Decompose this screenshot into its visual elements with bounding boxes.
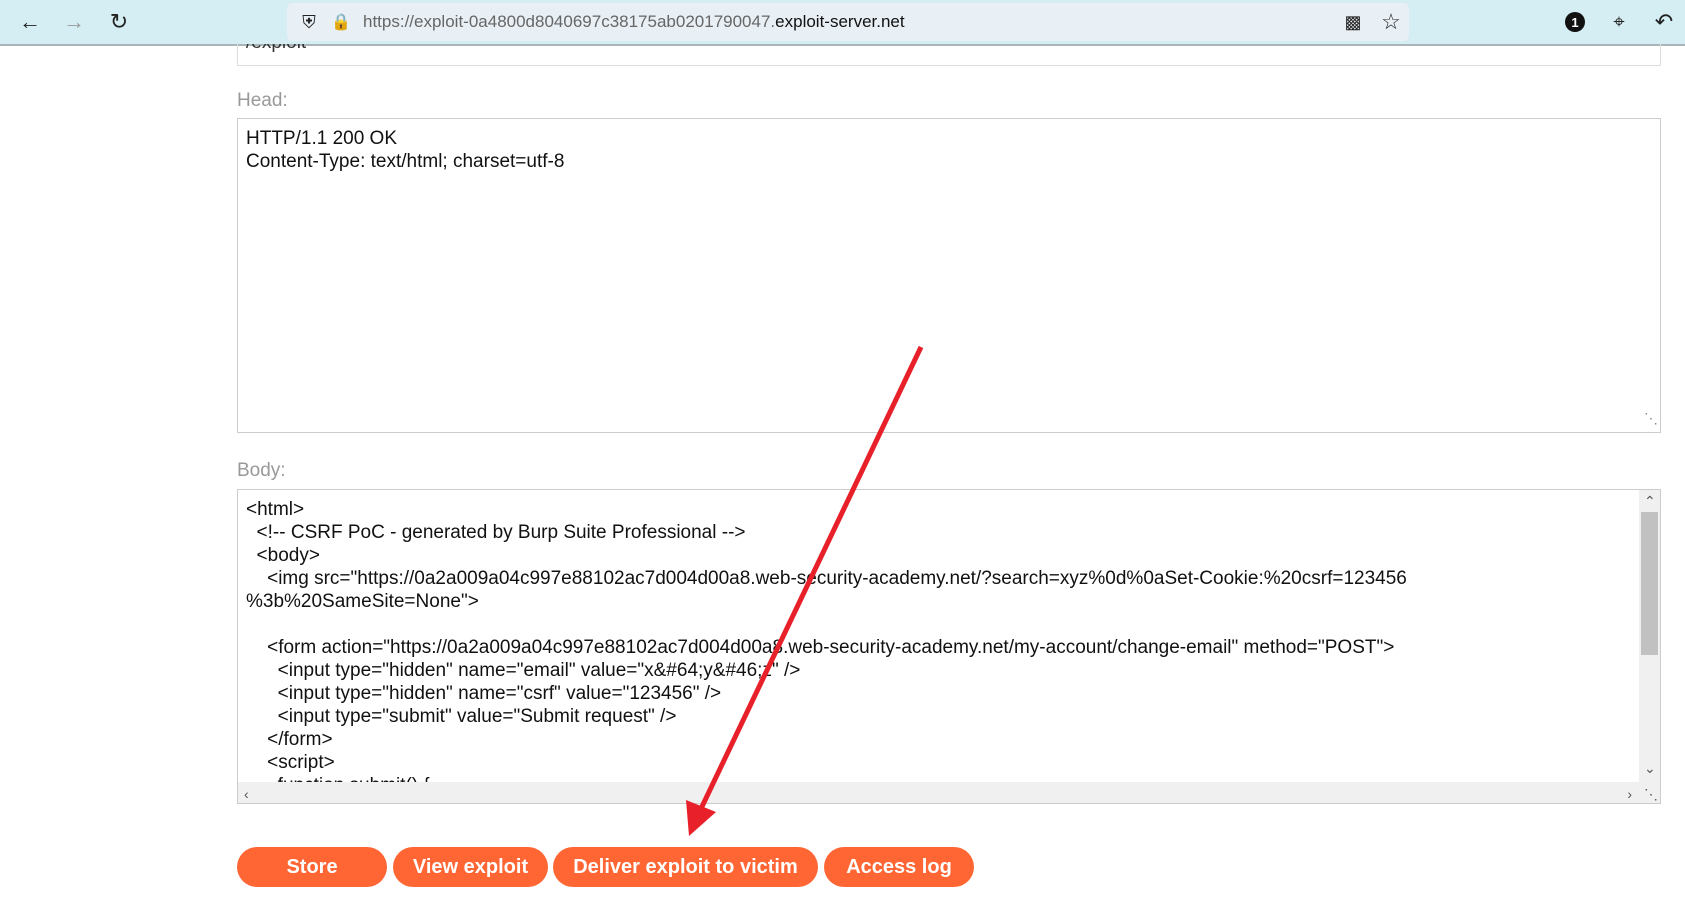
deliver-exploit-button[interactable]: Deliver exploit to victim <box>553 847 818 887</box>
head-text: HTTP/1.1 200 OK Content-Type: text/html;… <box>246 128 565 172</box>
horizontal-scrollbar[interactable]: ‹ › ⋱ <box>238 782 1660 803</box>
address-bar[interactable]: ⛨ 🔒 https://exploit-0a4800d8040697c38175… <box>287 3 1409 41</box>
body-textarea[interactable]: <html> <!-- CSRF PoC - generated by Burp… <box>237 489 1661 804</box>
annotation-arrow-head <box>686 800 716 836</box>
scroll-left-icon[interactable]: ‹ <box>244 783 249 803</box>
view-exploit-button[interactable]: View exploit <box>393 847 548 887</box>
shield-icon[interactable]: ⛨ <box>295 8 323 36</box>
lock-icon[interactable]: 🔒 <box>327 8 355 36</box>
extension-badge-icon[interactable]: 1 <box>1561 8 1589 36</box>
file-value: /exploit <box>246 44 306 54</box>
scroll-up-icon[interactable]: ⌃ <box>1644 490 1656 513</box>
crop-icon[interactable]: ⌖ <box>1605 8 1633 36</box>
body-label: Body: <box>237 460 286 481</box>
resize-handle-icon[interactable]: ⋱ <box>1644 783 1658 803</box>
scroll-down-icon[interactable]: ⌄ <box>1644 757 1656 780</box>
reload-icon[interactable]: ↻ <box>105 8 133 36</box>
vertical-scrollbar[interactable]: ⌃ ⌄ <box>1639 490 1660 782</box>
resize-handle-icon[interactable]: ⋱ <box>1644 407 1658 430</box>
qr-code-icon[interactable]: ▩ <box>1339 8 1367 36</box>
scroll-right-icon[interactable]: › <box>1627 783 1632 803</box>
head-textarea[interactable]: HTTP/1.1 200 OK Content-Type: text/html;… <box>237 118 1661 433</box>
scrollbar-thumb[interactable] <box>1641 512 1658 655</box>
forward-icon[interactable]: → <box>60 8 88 36</box>
file-field[interactable]: /exploit <box>237 44 1661 66</box>
bookmark-star-icon[interactable]: ☆ <box>1377 8 1405 36</box>
back-icon[interactable]: ← <box>16 8 44 36</box>
store-button[interactable]: Store <box>237 847 387 887</box>
body-text: <html> <!-- CSRF PoC - generated by Burp… <box>246 499 1407 796</box>
access-log-button[interactable]: Access log <box>824 847 974 887</box>
undo-icon[interactable]: ↶ <box>1650 8 1678 36</box>
url-domain: exploit-server.net <box>775 12 905 31</box>
url-prefix: https://exploit-0a4800d8040697c38175ab02… <box>363 12 776 31</box>
browser-toolbar: ← → ↻ ⛨ 🔒 https://exploit-0a4800d8040697… <box>0 0 1685 46</box>
badge-count: 1 <box>1565 12 1585 32</box>
head-label: Head: <box>237 90 288 111</box>
url-text[interactable]: https://exploit-0a4800d8040697c38175ab02… <box>363 12 905 32</box>
